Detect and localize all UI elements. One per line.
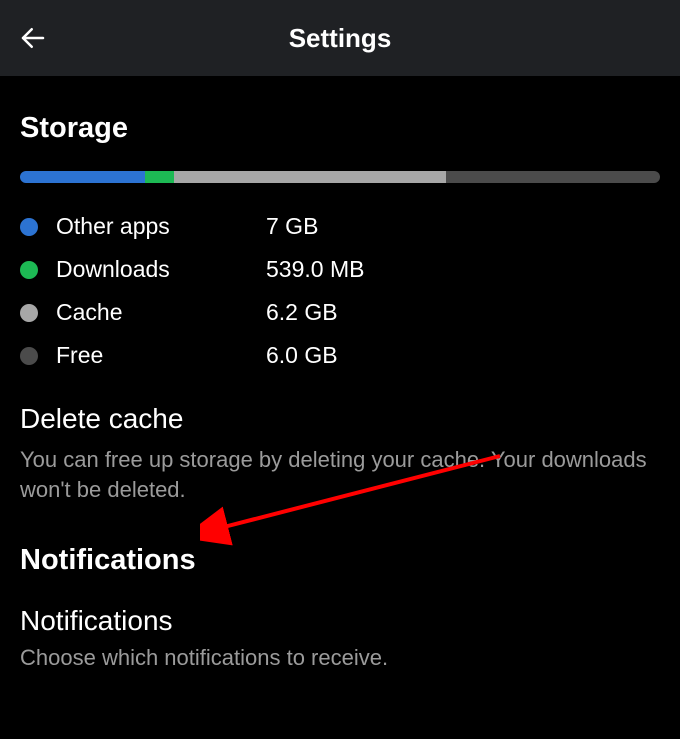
- storage-segment-downloads: [145, 171, 174, 183]
- storage-segment-free: [446, 171, 660, 183]
- legend-row: Downloads539.0 MB: [20, 256, 660, 283]
- legend-label: Other apps: [56, 213, 266, 240]
- header-bar: Settings: [0, 0, 680, 76]
- page-title: Settings: [289, 23, 392, 54]
- storage-segment-cache: [174, 171, 446, 183]
- legend-value: 6.2 GB: [266, 299, 338, 326]
- legend-value: 539.0 MB: [266, 256, 364, 283]
- legend-dot-icon: [20, 218, 38, 236]
- legend-label: Downloads: [56, 256, 266, 283]
- storage-segment-other-apps: [20, 171, 145, 183]
- delete-cache-title: Delete cache: [20, 403, 660, 435]
- legend-value: 6.0 GB: [266, 342, 338, 369]
- notifications-row[interactable]: Notifications Choose which notifications…: [20, 605, 660, 671]
- legend-row: Free6.0 GB: [20, 342, 660, 369]
- settings-content: Storage Other apps7 GBDownloads539.0 MBC…: [0, 76, 680, 671]
- legend-dot-icon: [20, 347, 38, 365]
- storage-bar: [20, 171, 660, 183]
- storage-legend: Other apps7 GBDownloads539.0 MBCache6.2 …: [20, 213, 660, 369]
- legend-label: Free: [56, 342, 266, 369]
- legend-dot-icon: [20, 261, 38, 279]
- back-arrow-icon[interactable]: [18, 23, 48, 53]
- legend-dot-icon: [20, 304, 38, 322]
- legend-label: Cache: [56, 299, 266, 326]
- notifications-heading: Notifications: [20, 504, 660, 605]
- delete-cache-row[interactable]: Delete cache You can free up storage by …: [20, 403, 660, 504]
- notifications-item-desc: Choose which notifications to receive.: [20, 645, 660, 671]
- notifications-item-title: Notifications: [20, 605, 660, 637]
- legend-row: Other apps7 GB: [20, 213, 660, 240]
- delete-cache-desc: You can free up storage by deleting your…: [20, 445, 660, 504]
- legend-row: Cache6.2 GB: [20, 299, 660, 326]
- legend-value: 7 GB: [266, 213, 318, 240]
- storage-heading: Storage: [20, 76, 660, 171]
